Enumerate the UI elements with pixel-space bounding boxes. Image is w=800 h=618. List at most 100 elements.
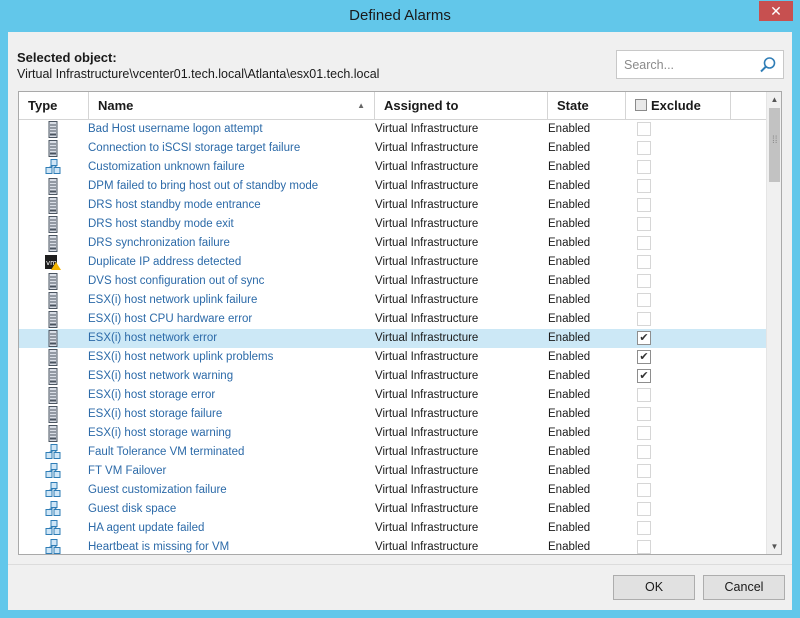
scrollbar-thumb[interactable]: ⁞⁞	[769, 108, 780, 182]
exclude-checkbox[interactable]: ✔	[637, 369, 651, 383]
exclude-checkbox[interactable]	[637, 502, 651, 516]
state-cell: Enabled	[548, 541, 591, 553]
table-row[interactable]: Guest customization failure Virtual Infra…	[19, 481, 766, 500]
table-row[interactable]: ESX(i) host network warning Virtual Infra…	[19, 367, 766, 386]
alarm-name[interactable]: ESX(i) host network error	[88, 329, 217, 348]
type-cell	[19, 139, 89, 158]
state-cell: Enabled	[548, 446, 591, 458]
exclude-checkbox[interactable]	[637, 217, 651, 231]
close-button[interactable]: ✕	[759, 1, 793, 21]
exclude-checkbox[interactable]	[637, 540, 651, 554]
exclude-checkbox[interactable]	[637, 521, 651, 535]
table-row[interactable]: ESX(i) host CPU hardware error Virtual In…	[19, 310, 766, 329]
exclude-checkbox[interactable]	[637, 236, 651, 250]
scroll-up-arrow-icon[interactable]: ▲	[767, 92, 781, 107]
table-row[interactable]: Customization unknown failure Virtual Inf…	[19, 158, 766, 177]
assigned-to-cell: Virtual Infrastructure	[375, 332, 479, 344]
type-cell	[19, 462, 89, 481]
alarm-name[interactable]: Bad Host username logon attempt	[88, 120, 263, 139]
exclude-checkbox[interactable]	[637, 483, 651, 497]
exclude-checkbox[interactable]	[637, 445, 651, 459]
table-row[interactable]: DRS host standby mode exit Virtual Infras…	[19, 215, 766, 234]
exclude-checkbox[interactable]	[637, 407, 651, 421]
exclude-checkbox[interactable]	[637, 464, 651, 478]
scroll-down-arrow-icon[interactable]: ▼	[767, 539, 781, 554]
alarm-name[interactable]: DVS host configuration out of sync	[88, 272, 264, 291]
exclude-checkbox[interactable]	[637, 160, 651, 174]
exclude-checkbox[interactable]: ✔	[637, 331, 651, 345]
alarm-name[interactable]: Heartbeat is missing for VM	[88, 538, 229, 554]
alarm-name[interactable]: ESX(i) host network uplink failure	[88, 291, 257, 310]
state-cell: Enabled	[548, 123, 591, 135]
table-row[interactable]: ESX(i) host storage failure Virtual Infra…	[19, 405, 766, 424]
alarm-name[interactable]: FT VM Failover	[88, 462, 166, 481]
search-input[interactable]	[622, 56, 750, 74]
table-row[interactable]: DRS host standby mode entrance Virtual In…	[19, 196, 766, 215]
table-row[interactable]: ESX(i) host network error Virtual Infrast…	[19, 329, 766, 348]
alarm-name[interactable]: Customization unknown failure	[88, 158, 245, 177]
cancel-button[interactable]: Cancel	[703, 575, 785, 600]
alarm-name[interactable]: DRS synchronization failure	[88, 234, 230, 253]
table-row[interactable]: FT VM Failover Virtual Infrastructure Enab…	[19, 462, 766, 481]
table-row[interactable]: HA agent update failed Virtual Infrastruc…	[19, 519, 766, 538]
alarm-name[interactable]: DRS host standby mode entrance	[88, 196, 261, 215]
exclude-cell	[637, 424, 653, 443]
alarm-name[interactable]: ESX(i) host storage warning	[88, 424, 231, 443]
type-cell	[19, 386, 89, 405]
exclude-checkbox[interactable]	[637, 198, 651, 212]
alarm-name[interactable]: DRS host standby mode exit	[88, 215, 234, 234]
alarm-name[interactable]: ESX(i) host network uplink problems	[88, 348, 273, 367]
table-row[interactable]: Connection to iSCSI storage target failu…	[19, 139, 766, 158]
table-row[interactable]: vm Duplicate IP address detected Virtual I…	[19, 253, 766, 272]
host-icon	[48, 197, 58, 214]
exclude-all-checkbox[interactable]	[635, 99, 647, 111]
exclude-checkbox[interactable]	[637, 122, 651, 136]
exclude-checkbox[interactable]	[637, 141, 651, 155]
alarm-name[interactable]: ESX(i) host network warning	[88, 367, 233, 386]
exclude-checkbox[interactable]	[637, 388, 651, 402]
alarm-name[interactable]: HA agent update failed	[88, 519, 204, 538]
table-row[interactable]: ESX(i) host network uplink failure Virtua…	[19, 291, 766, 310]
assigned-to-cell: Virtual Infrastructure	[375, 180, 479, 192]
alarm-name[interactable]: DPM failed to bring host out of standby …	[88, 177, 318, 196]
host-icon	[48, 311, 58, 328]
vertical-scrollbar[interactable]: ▲ ⁞⁞ ▼	[766, 92, 781, 554]
column-header-state[interactable]: State	[548, 92, 626, 120]
alarm-name[interactable]: Duplicate IP address detected	[88, 253, 241, 272]
state-cell: Enabled	[548, 389, 591, 401]
type-cell	[19, 196, 89, 215]
alarm-name[interactable]: Guest disk space	[88, 500, 176, 519]
sort-ascending-icon: ▲	[357, 101, 365, 110]
exclude-checkbox[interactable]	[637, 255, 651, 269]
search-icon[interactable]	[758, 55, 778, 75]
table-row[interactable]: ESX(i) host network uplink problems Virtu…	[19, 348, 766, 367]
table-row[interactable]: Bad Host username logon attempt Virtual I…	[19, 120, 766, 139]
column-header-assigned[interactable]: Assigned to	[375, 92, 548, 120]
table-row[interactable]: ESX(i) host storage warning Virtual Infra…	[19, 424, 766, 443]
table-row[interactable]: Fault Tolerance VM terminated Virtual Inf…	[19, 443, 766, 462]
exclude-checkbox[interactable]	[637, 293, 651, 307]
exclude-checkbox[interactable]	[637, 312, 651, 326]
table-row[interactable]: ESX(i) host storage error Virtual Infrast…	[19, 386, 766, 405]
alarm-name[interactable]: ESX(i) host storage error	[88, 386, 215, 405]
table-row[interactable]: Guest disk space Virtual Infrastructure En…	[19, 500, 766, 519]
table-row[interactable]: DRS synchronization failure Virtual Infra…	[19, 234, 766, 253]
column-header-exclude[interactable]: Exclude	[626, 92, 731, 120]
table-row[interactable]: DPM failed to bring host out of standby …	[19, 177, 766, 196]
exclude-checkbox[interactable]: ✔	[637, 350, 651, 364]
alarm-name[interactable]: Guest customization failure	[88, 481, 227, 500]
alarm-name[interactable]: ESX(i) host storage failure	[88, 405, 222, 424]
alarm-name[interactable]: Connection to iSCSI storage target failu…	[88, 139, 300, 158]
alarm-name[interactable]: Fault Tolerance VM terminated	[88, 443, 244, 462]
table-row[interactable]: DVS host configuration out of sync Virtua…	[19, 272, 766, 291]
exclude-checkbox[interactable]	[637, 179, 651, 193]
ok-button[interactable]: OK	[613, 575, 695, 600]
table-row[interactable]: Heartbeat is missing for VM Virtual Infra…	[19, 538, 766, 554]
search-box[interactable]	[616, 50, 784, 79]
column-header-type[interactable]: Type	[19, 92, 89, 120]
state-cell: Enabled	[548, 161, 591, 173]
column-header-name[interactable]: Name ▲	[89, 92, 375, 120]
alarm-name[interactable]: ESX(i) host CPU hardware error	[88, 310, 252, 329]
exclude-checkbox[interactable]	[637, 426, 651, 440]
exclude-checkbox[interactable]	[637, 274, 651, 288]
